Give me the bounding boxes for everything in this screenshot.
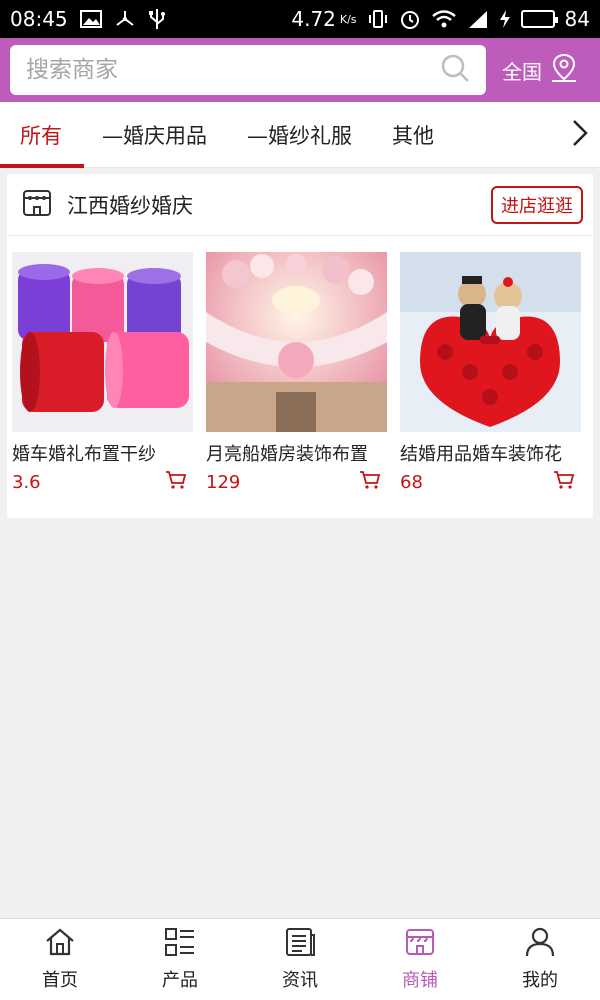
nav-shops[interactable]: 商铺 [360,919,480,1000]
location-pin-icon [550,53,578,88]
cart-icon[interactable] [165,470,187,494]
share-notification-icon [114,9,136,29]
battery-icon [520,10,558,28]
vibrate-icon [367,9,389,29]
search-icon[interactable] [440,53,470,87]
nav-label: 资讯 [282,970,318,991]
status-bar: 08:45 4.72 K/s 84 [0,0,600,38]
tab-wedding-supplies[interactable]: —婚庆用品 [82,102,227,168]
shop-card: 江西婚纱婚庆 进店逛逛 婚车婚礼布置干纱 3.6 月亮船婚房装饰布置 129 结… [7,174,593,518]
product-price: 129 [206,471,241,493]
cart-icon[interactable] [553,470,575,494]
tab-label: 所有 [20,123,62,148]
alarm-icon [399,8,421,30]
network-speed: 4.72 [291,7,336,31]
region-label: 全国 [502,59,542,84]
product-name: 月亮船婚房装饰布置 [206,444,368,465]
nav-profile[interactable]: 我的 [480,919,600,1000]
nav-label: 商铺 [402,970,438,991]
search-input[interactable] [26,57,440,83]
news-icon [284,927,316,962]
store-icon [404,927,436,962]
charging-icon [499,9,511,29]
tab-all[interactable]: 所有 [0,102,84,168]
search-box[interactable] [10,45,486,95]
nav-news[interactable]: 资讯 [240,919,360,1000]
image-notification-icon [79,10,102,28]
product-list: 婚车婚礼布置干纱 3.6 月亮船婚房装饰布置 129 结婚用品婚车装饰花 68 [7,236,593,494]
product-card[interactable]: 月亮船婚房装饰布置 129 [206,252,387,494]
nav-label: 首页 [42,970,78,991]
tab-label: —婚庆用品 [102,123,207,148]
nav-products[interactable]: 产品 [120,919,240,1000]
tab-label: —婚纱礼服 [247,123,352,148]
product-image-wedding-room-decor[interactable] [206,252,387,432]
shop-header: 江西婚纱婚庆 进店逛逛 [7,174,593,236]
product-image-car-decor-flowers[interactable] [400,252,581,432]
product-card[interactable]: 结婚用品婚车装饰花 68 [400,252,581,494]
product-card[interactable]: 婚车婚礼布置干纱 3.6 [12,252,193,494]
bottom-nav: 首页 产品 资讯 商铺 我的 [0,918,600,1000]
visit-shop-button[interactable]: 进店逛逛 [491,185,583,224]
network-speed-unit: K/s [339,12,357,26]
shop-name: 江西婚纱婚庆 [67,193,193,218]
home-icon [44,927,76,962]
app-header: 全国 [0,38,600,102]
tab-wedding-dresses[interactable]: —婚纱礼服 [227,102,372,168]
cart-icon[interactable] [359,470,381,494]
store-icon [21,187,53,223]
battery-level: 84 [564,7,590,31]
nav-label: 我的 [522,970,558,991]
chevron-right-icon [571,118,589,152]
product-name: 婚车婚礼布置干纱 [12,444,156,465]
list-icon [164,927,196,962]
category-tabs: 所有 —婚庆用品 —婚纱礼服 其他 [0,102,600,168]
user-icon [524,927,556,962]
status-time: 08:45 [10,7,68,31]
product-name: 结婚用品婚车装饰花 [400,444,562,465]
nav-home[interactable]: 首页 [0,919,120,1000]
product-image-gauze-rolls[interactable] [12,252,193,432]
signal-4g-icon [467,9,489,29]
region-selector[interactable]: 全国 [502,53,578,88]
usb-icon [148,8,166,30]
tabs-scroll-right-button[interactable] [560,102,600,168]
wifi-icon [431,9,457,29]
tab-label: 其他 [392,123,434,148]
tab-other[interactable]: 其他 [372,102,454,168]
nav-label: 产品 [162,970,198,991]
product-price: 68 [400,471,423,493]
product-price: 3.6 [12,471,41,493]
